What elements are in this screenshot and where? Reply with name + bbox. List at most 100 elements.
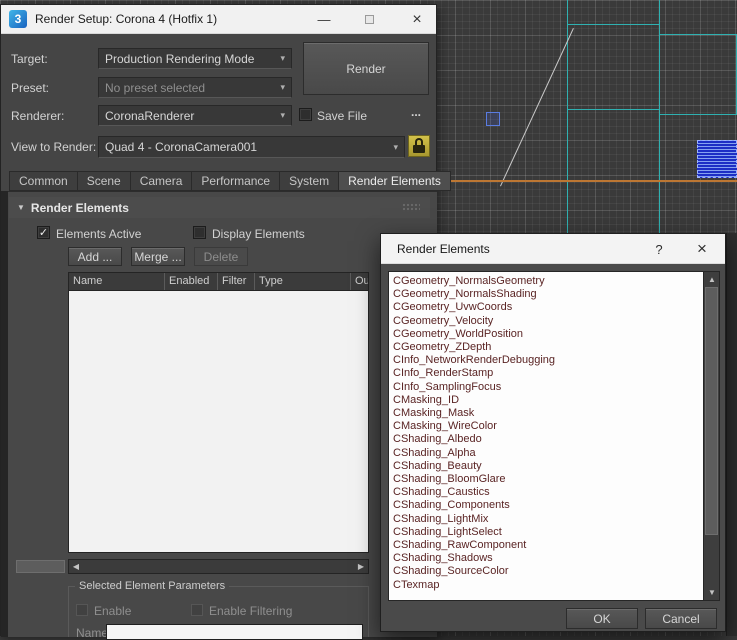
elements-table-body[interactable] — [68, 291, 369, 553]
tab-common[interactable]: Common — [9, 171, 78, 191]
selected-element-parameters-title: Selected Element Parameters — [75, 580, 230, 592]
render-elements-rollout-header[interactable]: ▼ Render Elements — [9, 197, 430, 218]
render-element-item[interactable]: CMasking_WireColor — [393, 420, 719, 433]
view-to-render-value: Quad 4 - CoronaCamera001 — [105, 140, 258, 154]
dialog-title: Render Elements — [397, 242, 490, 256]
tab-scene[interactable]: Scene — [77, 171, 131, 191]
lock-view-button[interactable] — [408, 135, 430, 157]
delete-button[interactable]: Delete — [194, 247, 248, 266]
tab-performance[interactable]: Performance — [192, 171, 281, 191]
tab-camera[interactable]: Camera — [130, 171, 193, 191]
target-value: Production Rendering Mode — [105, 51, 255, 66]
elements-active-label: Elements Active — [56, 227, 142, 241]
render-element-item[interactable]: CShading_RawComponent — [393, 539, 719, 552]
enable-filtering-checkbox[interactable] — [191, 604, 203, 616]
render-element-item[interactable]: CShading_Beauty — [393, 460, 719, 473]
minimize-button[interactable]: — — [306, 5, 342, 34]
scrollbar-thumb[interactable] — [16, 560, 65, 573]
scroll-left-icon[interactable]: ◀ — [69, 560, 83, 573]
render-element-item[interactable]: CShading_BloomGlare — [393, 473, 719, 486]
render-element-item[interactable]: CShading_Alpha — [393, 447, 719, 460]
render-button[interactable]: Render — [303, 42, 429, 95]
render-element-item[interactable]: CMasking_ID — [393, 394, 719, 407]
scroll-down-icon[interactable]: ▼ — [704, 585, 719, 600]
scrollbar-thumb[interactable] — [705, 287, 718, 535]
rollout-collapse-icon: ▼ — [17, 203, 25, 212]
column-header-output: Ou — [355, 275, 368, 287]
selected-object-wireframe[interactable] — [697, 140, 737, 178]
renderer-label: Renderer: — [11, 109, 65, 123]
render-element-item[interactable]: CInfo_NetworkRenderDebugging — [393, 354, 719, 367]
renderer-dropdown[interactable]: CoronaRenderer ▾ — [98, 105, 292, 126]
display-elements-label: Display Elements — [212, 227, 305, 241]
scroll-up-icon[interactable]: ▲ — [704, 272, 719, 287]
target-label: Target: — [11, 52, 48, 66]
camera-target-marker[interactable] — [486, 112, 500, 126]
close-button[interactable]: × — [397, 5, 437, 34]
chevron-down-icon: ▾ — [280, 53, 285, 63]
rollout-grip-icon — [402, 203, 420, 212]
column-header-type: Type — [255, 273, 351, 290]
render-setup-tabs: Common Scene Camera Performance System R… — [9, 171, 451, 191]
enable-checkbox[interactable] — [76, 604, 88, 616]
list-vertical-scrollbar[interactable]: ▲ ▼ — [703, 272, 719, 600]
scroll-right-icon[interactable]: ▶ — [354, 560, 368, 573]
render-element-item[interactable]: CShading_SourceColor — [393, 565, 719, 578]
render-elements-list[interactable]: ▲ ▼ CGeometry_NormalsGeometry CGeometry_N… — [388, 271, 720, 601]
help-button[interactable]: ? — [640, 234, 678, 264]
render-element-item[interactable]: CShading_Caustics — [393, 486, 719, 499]
lock-icon — [415, 138, 423, 145]
wireframe-rect[interactable] — [567, 24, 660, 110]
render-element-item[interactable]: CShading_LightMix — [393, 513, 719, 526]
column-header-enabled: Enabled — [165, 273, 218, 290]
target-dropdown[interactable]: Production Rendering Mode ▾ — [98, 48, 292, 69]
element-name-input[interactable] — [106, 624, 363, 640]
3dsmax-app-icon: 3 — [9, 10, 27, 28]
tab-system[interactable]: System — [280, 171, 340, 191]
view-to-render-dropdown[interactable]: Quad 4 - CoronaCamera001 ▾ — [98, 136, 405, 158]
display-elements-checkbox[interactable] — [193, 226, 206, 239]
viewport-edge-panel — [726, 233, 737, 636]
preset-label: Preset: — [11, 81, 50, 95]
save-file-checkbox[interactable] — [299, 108, 312, 121]
table-horizontal-scrollbar[interactable]: ◀ ▶ — [68, 559, 369, 574]
render-element-item[interactable]: CShading_Albedo — [393, 433, 719, 446]
render-element-item[interactable]: CInfo_RenderStamp — [393, 367, 719, 380]
rollout-title: Render Elements — [30, 200, 129, 215]
render-setup-window: 3 Render Setup: Corona 4 (Hotfix 1) — × … — [0, 4, 451, 640]
render-element-item[interactable]: CGeometry_ZDepth — [393, 341, 719, 354]
spline-orange-line[interactable] — [437, 180, 737, 182]
ok-button[interactable]: OK — [566, 608, 638, 629]
wireframe-rect[interactable] — [659, 34, 737, 115]
dialog-titlebar[interactable]: Render Elements ? × — [381, 234, 725, 264]
renderer-value: CoronaRenderer — [105, 108, 195, 123]
cancel-button[interactable]: Cancel — [645, 608, 717, 629]
render-element-item[interactable]: CInfo_SamplingFocus — [393, 381, 719, 394]
maximize-button[interactable] — [351, 5, 387, 34]
tab-render-elements[interactable]: Render Elements — [339, 171, 451, 191]
chevron-down-icon: ▾ — [280, 110, 285, 120]
render-element-item[interactable]: CMasking_Mask — [393, 407, 719, 420]
render-element-item[interactable]: CTexmap — [393, 579, 719, 592]
dialog-close-button[interactable]: × — [683, 234, 721, 264]
enable-filtering-label: Enable Filtering — [209, 604, 293, 618]
wireframe-diagonal-line[interactable] — [500, 28, 574, 187]
view-to-render-label: View to Render: — [11, 140, 97, 154]
render-element-item[interactable]: CShading_LightSelect — [393, 526, 719, 539]
render-element-item[interactable]: CShading_Shadows — [393, 552, 719, 565]
merge-button[interactable]: Merge ... — [131, 247, 185, 266]
render-element-item[interactable]: CShading_Components — [393, 499, 719, 512]
render-setup-titlebar[interactable]: 3 Render Setup: Corona 4 (Hotfix 1) — × — [1, 5, 436, 34]
render-element-item[interactable]: CGeometry_UvwCoords — [393, 301, 719, 314]
elements-active-checkbox[interactable]: ✓ — [37, 226, 50, 239]
chevron-down-icon: ▾ — [393, 141, 398, 152]
browse-button[interactable]: ... — [411, 105, 421, 119]
render-element-item[interactable]: CGeometry_Velocity — [393, 315, 719, 328]
render-element-item[interactable]: CGeometry_WorldPosition — [393, 328, 719, 341]
preset-dropdown[interactable]: No preset selected ▾ — [98, 77, 292, 98]
render-element-item[interactable]: CGeometry_NormalsShading — [393, 288, 719, 301]
add-button[interactable]: Add ... — [68, 247, 122, 266]
render-element-item[interactable]: CGeometry_NormalsGeometry — [393, 275, 719, 288]
rollout-scroll-strip[interactable] — [1, 191, 8, 637]
window-title: Render Setup: Corona 4 (Hotfix 1) — [35, 12, 218, 26]
